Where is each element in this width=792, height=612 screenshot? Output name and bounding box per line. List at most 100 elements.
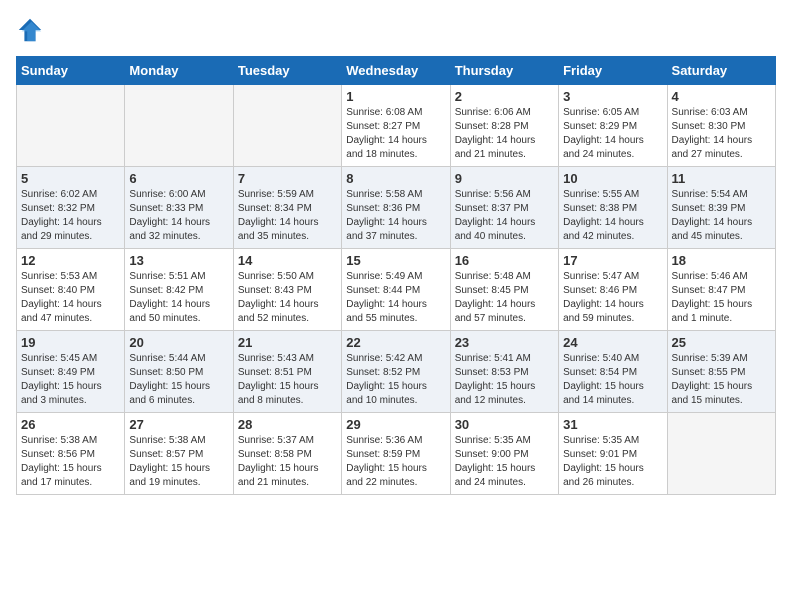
day-info: Sunrise: 5:54 AM Sunset: 8:39 PM Dayligh… — [672, 188, 771, 244]
calendar-cell: 15 Sunrise: 5:49 AM Sunset: 8:44 PM Dayli… — [342, 249, 450, 331]
calendar-cell: 22 Sunrise: 5:42 AM Sunset: 8:52 PM Dayli… — [342, 331, 450, 413]
calendar-week-5: 26 Sunrise: 5:38 AM Sunset: 8:56 PM Dayli… — [17, 413, 776, 495]
calendar-cell: 30Sunrise: 5:35 AM Sunset: 9:00 PM Dayli… — [450, 413, 558, 495]
day-number: 18 — [672, 253, 771, 268]
calendar-cell: 19 Sunrise: 5:45 AM Sunset: 8:49 PM Dayli… — [17, 331, 125, 413]
day-number: 17 — [563, 253, 662, 268]
day-number: 2 — [455, 89, 554, 104]
calendar-cell: 7 Sunrise: 5:59 AM Sunset: 8:34 PM Daylig… — [233, 167, 341, 249]
day-info: Sunrise: 5:39 AM Sunset: 8:55 PM Dayligh… — [672, 352, 771, 408]
day-number: 4 — [672, 89, 771, 104]
calendar-cell — [125, 85, 233, 167]
calendar-cell: 20 Sunrise: 5:44 AM Sunset: 8:50 PM Dayli… — [125, 331, 233, 413]
calendar-cell: 24 Sunrise: 5:40 AM Sunset: 8:54 PM Dayli… — [559, 331, 667, 413]
day-info: Sunrise: 5:49 AM Sunset: 8:44 PM Dayligh… — [346, 270, 445, 326]
day-number: 25 — [672, 335, 771, 350]
day-info: Sunrise: 5:38 AM Sunset: 8:56 PM Dayligh… — [21, 434, 120, 490]
calendar-cell: 3 Sunrise: 6:05 AM Sunset: 8:29 PM Daylig… — [559, 85, 667, 167]
weekday-header-sunday: Sunday — [17, 57, 125, 85]
calendar-cell — [17, 85, 125, 167]
day-info: Sunrise: 5:43 AM Sunset: 8:51 PM Dayligh… — [238, 352, 337, 408]
calendar-cell: 28 Sunrise: 5:37 AM Sunset: 8:58 PM Dayli… — [233, 413, 341, 495]
calendar-table: SundayMondayTuesdayWednesdayThursdayFrid… — [16, 56, 776, 495]
calendar-week-3: 12 Sunrise: 5:53 AM Sunset: 8:40 PM Dayli… — [17, 249, 776, 331]
day-number: 6 — [129, 171, 228, 186]
page-header — [16, 16, 776, 44]
day-info: Sunrise: 5:44 AM Sunset: 8:50 PM Dayligh… — [129, 352, 228, 408]
day-number: 20 — [129, 335, 228, 350]
calendar-cell — [233, 85, 341, 167]
day-number: 28 — [238, 417, 337, 432]
day-info: Sunrise: 6:02 AM Sunset: 8:32 PM Dayligh… — [21, 188, 120, 244]
calendar-cell: 11 Sunrise: 5:54 AM Sunset: 8:39 PM Dayli… — [667, 167, 775, 249]
calendar-cell: 23 Sunrise: 5:41 AM Sunset: 8:53 PM Dayli… — [450, 331, 558, 413]
day-info: Sunrise: 5:41 AM Sunset: 8:53 PM Dayligh… — [455, 352, 554, 408]
weekday-header-saturday: Saturday — [667, 57, 775, 85]
weekday-header-wednesday: Wednesday — [342, 57, 450, 85]
day-info: Sunrise: 5:42 AM Sunset: 8:52 PM Dayligh… — [346, 352, 445, 408]
day-info: Sunrise: 6:03 AM Sunset: 8:30 PM Dayligh… — [672, 106, 771, 162]
day-number: 14 — [238, 253, 337, 268]
day-number: 5 — [21, 171, 120, 186]
day-number: 8 — [346, 171, 445, 186]
day-number: 21 — [238, 335, 337, 350]
day-info: Sunrise: 5:55 AM Sunset: 8:38 PM Dayligh… — [563, 188, 662, 244]
day-info: Sunrise: 5:50 AM Sunset: 8:43 PM Dayligh… — [238, 270, 337, 326]
calendar-cell — [667, 413, 775, 495]
day-info: Sunrise: 5:59 AM Sunset: 8:34 PM Dayligh… — [238, 188, 337, 244]
day-info: Sunrise: 5:37 AM Sunset: 8:58 PM Dayligh… — [238, 434, 337, 490]
day-info: Sunrise: 5:45 AM Sunset: 8:49 PM Dayligh… — [21, 352, 120, 408]
weekday-header-monday: Monday — [125, 57, 233, 85]
day-number: 15 — [346, 253, 445, 268]
calendar-cell: 8 Sunrise: 5:58 AM Sunset: 8:36 PM Daylig… — [342, 167, 450, 249]
day-info: Sunrise: 5:46 AM Sunset: 8:47 PM Dayligh… — [672, 270, 771, 326]
day-number: 12 — [21, 253, 120, 268]
day-info: Sunrise: 5:56 AM Sunset: 8:37 PM Dayligh… — [455, 188, 554, 244]
day-number: 19 — [21, 335, 120, 350]
calendar-cell: 31Sunrise: 5:35 AM Sunset: 9:01 PM Dayli… — [559, 413, 667, 495]
calendar-cell: 6Sunrise: 6:00 AM Sunset: 8:33 PM Daylig… — [125, 167, 233, 249]
day-number: 10 — [563, 171, 662, 186]
day-number: 27 — [129, 417, 228, 432]
day-info: Sunrise: 5:36 AM Sunset: 8:59 PM Dayligh… — [346, 434, 445, 490]
day-info: Sunrise: 6:06 AM Sunset: 8:28 PM Dayligh… — [455, 106, 554, 162]
day-number: 26 — [21, 417, 120, 432]
calendar-cell: 26 Sunrise: 5:38 AM Sunset: 8:56 PM Dayli… — [17, 413, 125, 495]
logo-icon — [16, 16, 44, 44]
day-number: 7 — [238, 171, 337, 186]
day-info: Sunrise: 6:05 AM Sunset: 8:29 PM Dayligh… — [563, 106, 662, 162]
day-number: 30 — [455, 417, 554, 432]
weekday-header-row: SundayMondayTuesdayWednesdayThursdayFrid… — [17, 57, 776, 85]
day-info: Sunrise: 5:35 AM Sunset: 9:01 PM Dayligh… — [563, 434, 662, 490]
day-info: Sunrise: 5:47 AM Sunset: 8:46 PM Dayligh… — [563, 270, 662, 326]
calendar-cell: 25 Sunrise: 5:39 AM Sunset: 8:55 PM Dayli… — [667, 331, 775, 413]
calendar-cell: 2 Sunrise: 6:06 AM Sunset: 8:28 PM Daylig… — [450, 85, 558, 167]
weekday-header-thursday: Thursday — [450, 57, 558, 85]
day-info: Sunrise: 5:53 AM Sunset: 8:40 PM Dayligh… — [21, 270, 120, 326]
calendar-cell: 14 Sunrise: 5:50 AM Sunset: 8:43 PM Dayli… — [233, 249, 341, 331]
calendar-cell: 5 Sunrise: 6:02 AM Sunset: 8:32 PM Daylig… — [17, 167, 125, 249]
calendar-week-1: 1 Sunrise: 6:08 AM Sunset: 8:27 PM Daylig… — [17, 85, 776, 167]
day-info: Sunrise: 5:58 AM Sunset: 8:36 PM Dayligh… — [346, 188, 445, 244]
day-number: 23 — [455, 335, 554, 350]
calendar-week-4: 19 Sunrise: 5:45 AM Sunset: 8:49 PM Dayli… — [17, 331, 776, 413]
day-info: Sunrise: 5:40 AM Sunset: 8:54 PM Dayligh… — [563, 352, 662, 408]
day-info: Sunrise: 5:38 AM Sunset: 8:57 PM Dayligh… — [129, 434, 228, 490]
day-number: 9 — [455, 171, 554, 186]
calendar-cell: 9 Sunrise: 5:56 AM Sunset: 8:37 PM Daylig… — [450, 167, 558, 249]
calendar-cell: 16Sunrise: 5:48 AM Sunset: 8:45 PM Dayli… — [450, 249, 558, 331]
calendar-week-2: 5 Sunrise: 6:02 AM Sunset: 8:32 PM Daylig… — [17, 167, 776, 249]
day-number: 3 — [563, 89, 662, 104]
calendar-cell: 18 Sunrise: 5:46 AM Sunset: 8:47 PM Dayli… — [667, 249, 775, 331]
day-number: 22 — [346, 335, 445, 350]
weekday-header-tuesday: Tuesday — [233, 57, 341, 85]
calendar-cell: 4 Sunrise: 6:03 AM Sunset: 8:30 PM Daylig… — [667, 85, 775, 167]
calendar-cell: 12 Sunrise: 5:53 AM Sunset: 8:40 PM Dayli… — [17, 249, 125, 331]
day-info: Sunrise: 6:08 AM Sunset: 8:27 PM Dayligh… — [346, 106, 445, 162]
day-number: 1 — [346, 89, 445, 104]
day-number: 13 — [129, 253, 228, 268]
calendar-cell: 29Sunrise: 5:36 AM Sunset: 8:59 PM Dayli… — [342, 413, 450, 495]
day-number: 24 — [563, 335, 662, 350]
calendar-cell: 1 Sunrise: 6:08 AM Sunset: 8:27 PM Daylig… — [342, 85, 450, 167]
day-number: 11 — [672, 171, 771, 186]
